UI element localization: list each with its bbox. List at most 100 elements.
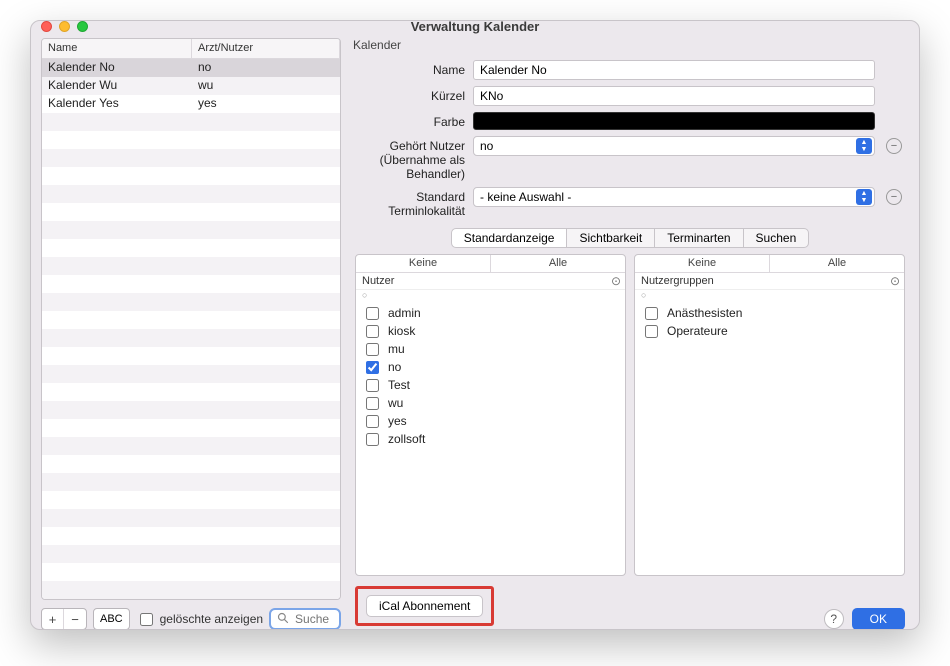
tab-sichtbarkeit[interactable]: Sichtbarkeit xyxy=(566,228,655,248)
list-label: Anästhesisten xyxy=(667,306,742,320)
short-input[interactable] xyxy=(473,86,875,106)
table-row-empty xyxy=(42,149,340,167)
table-row-empty xyxy=(42,383,340,401)
table-row[interactable]: Kalender Yesyes xyxy=(42,95,340,113)
col-name[interactable]: Name xyxy=(42,39,192,58)
users-pane-header: Keine Alle xyxy=(356,255,625,273)
help-button[interactable]: ? xyxy=(824,609,844,629)
table-row-empty xyxy=(42,563,340,581)
tab-suchen[interactable]: Suchen xyxy=(743,228,810,248)
col-user[interactable]: Arzt/Nutzer xyxy=(192,39,340,58)
abc-button[interactable]: ABC xyxy=(93,608,130,630)
tab-terminarten[interactable]: Terminarten xyxy=(654,228,743,248)
users-menu-icon[interactable]: ⊙ xyxy=(611,274,621,288)
list-label: wu xyxy=(388,396,403,410)
content: Name Arzt/Nutzer Kalender NonoKalender W… xyxy=(31,32,919,630)
show-deleted-checkbox[interactable]: gelöschte anzeigen xyxy=(136,610,263,629)
users-pane-label: Nutzer ⊙ xyxy=(356,273,625,290)
cell-user: wu xyxy=(192,77,340,95)
remove-button[interactable]: − xyxy=(64,609,86,629)
table-row-empty xyxy=(42,329,340,347)
locality-label: Standard Terminlokalität xyxy=(355,187,465,218)
name-input[interactable] xyxy=(473,60,875,80)
add-button[interactable]: + xyxy=(42,609,64,629)
users-list: admin kioskmu no Test wu yeszollsoft xyxy=(356,300,625,575)
users-all-col[interactable]: Alle xyxy=(491,255,625,272)
updown-icon: ▲▼ xyxy=(856,189,872,205)
table-row-empty xyxy=(42,293,340,311)
window-title: Verwaltung Kalender xyxy=(31,20,919,34)
list-checkbox[interactable] xyxy=(366,415,379,428)
window: Verwaltung Kalender Name Arzt/Nutzer Kal… xyxy=(30,20,920,630)
group-label: Kalender xyxy=(351,38,909,56)
list-label: Operateure xyxy=(667,324,728,338)
cell-name: Kalender Wu xyxy=(42,77,192,95)
list-checkbox[interactable] xyxy=(366,325,379,338)
list-checkbox[interactable] xyxy=(366,343,379,356)
table-row-empty xyxy=(42,365,340,383)
search-icon xyxy=(277,612,289,627)
search-field[interactable] xyxy=(269,608,341,630)
zoom-icon[interactable] xyxy=(77,21,88,32)
add-remove-seg: + − xyxy=(41,608,87,630)
list-item[interactable]: no xyxy=(362,358,619,376)
list-item[interactable]: yes xyxy=(362,412,619,430)
table-row-empty xyxy=(42,527,340,545)
users-none-col[interactable]: Keine xyxy=(356,255,491,272)
list-checkbox[interactable] xyxy=(645,307,658,320)
list-checkbox[interactable] xyxy=(366,433,379,446)
list-checkbox[interactable] xyxy=(366,379,379,392)
list-item[interactable]: zollsoft xyxy=(362,430,619,448)
list-item[interactable]: Anästhesisten xyxy=(641,304,898,322)
groups-radio-icon[interactable]: ○ xyxy=(635,290,904,300)
short-label: Kürzel xyxy=(355,86,465,103)
list-label: no xyxy=(388,360,401,374)
list-item[interactable]: admin xyxy=(362,304,619,322)
traffic-lights xyxy=(41,21,88,32)
locality-select[interactable]: - keine Auswahl - ▲▼ xyxy=(473,187,875,207)
table-row[interactable]: Kalender Wuwu xyxy=(42,77,340,95)
list-checkbox[interactable] xyxy=(366,397,379,410)
list-item[interactable]: kiosk xyxy=(362,322,619,340)
owner-select[interactable]: no ▲▼ xyxy=(473,136,875,156)
table-row[interactable]: Kalender Nono xyxy=(42,59,340,77)
show-deleted-label: gelöschte anzeigen xyxy=(160,612,263,626)
list-item[interactable]: mu xyxy=(362,340,619,358)
ical-button[interactable]: iCal Abonnement xyxy=(366,595,483,617)
list-checkbox[interactable] xyxy=(366,361,379,374)
list-item[interactable]: Test xyxy=(362,376,619,394)
calendar-table: Name Arzt/Nutzer Kalender NonoKalender W… xyxy=(41,38,341,600)
list-item[interactable]: wu xyxy=(362,394,619,412)
list-checkbox[interactable] xyxy=(645,325,658,338)
ok-button[interactable]: OK xyxy=(852,608,905,630)
table-row-empty xyxy=(42,401,340,419)
table-row-empty xyxy=(42,113,340,131)
table-row-empty xyxy=(42,275,340,293)
groups-all-col[interactable]: Alle xyxy=(770,255,904,272)
table-row-empty xyxy=(42,167,340,185)
list-checkbox[interactable] xyxy=(366,307,379,320)
groups-menu-icon[interactable]: ⊙ xyxy=(890,274,900,288)
owner-label: Gehört Nutzer (Übernahme als Behandler) xyxy=(355,136,465,181)
list-item[interactable]: Operateure xyxy=(641,322,898,340)
groups-list: Anästhesisten Operateure xyxy=(635,300,904,575)
table-row-empty xyxy=(42,491,340,509)
search-input[interactable] xyxy=(293,611,333,627)
minimize-icon[interactable] xyxy=(59,21,70,32)
table-body: Kalender NonoKalender WuwuKalender Yesye… xyxy=(42,59,340,599)
tabs: StandardanzeigeSichtbarkeitTerminartenSu… xyxy=(351,228,909,248)
owner-clear-button[interactable]: − xyxy=(886,138,902,154)
table-row-empty xyxy=(42,311,340,329)
list-label: admin xyxy=(388,306,421,320)
color-swatch[interactable] xyxy=(473,112,875,130)
groups-none-col[interactable]: Keine xyxy=(635,255,770,272)
right-panel: Kalender Name Kürzel Farbe Gehört Nutzer… xyxy=(351,38,909,630)
close-icon[interactable] xyxy=(41,21,52,32)
locality-value: - keine Auswahl - xyxy=(480,190,571,204)
locality-clear-button[interactable]: − xyxy=(886,189,902,205)
table-row-empty xyxy=(42,203,340,221)
tab-standardanzeige[interactable]: Standardanzeige xyxy=(451,228,568,248)
users-radio-icon[interactable]: ○ xyxy=(356,290,625,300)
groups-pane: Keine Alle Nutzergruppen ⊙ ○ Anästhesist… xyxy=(634,254,905,576)
show-deleted-input[interactable] xyxy=(140,613,153,626)
